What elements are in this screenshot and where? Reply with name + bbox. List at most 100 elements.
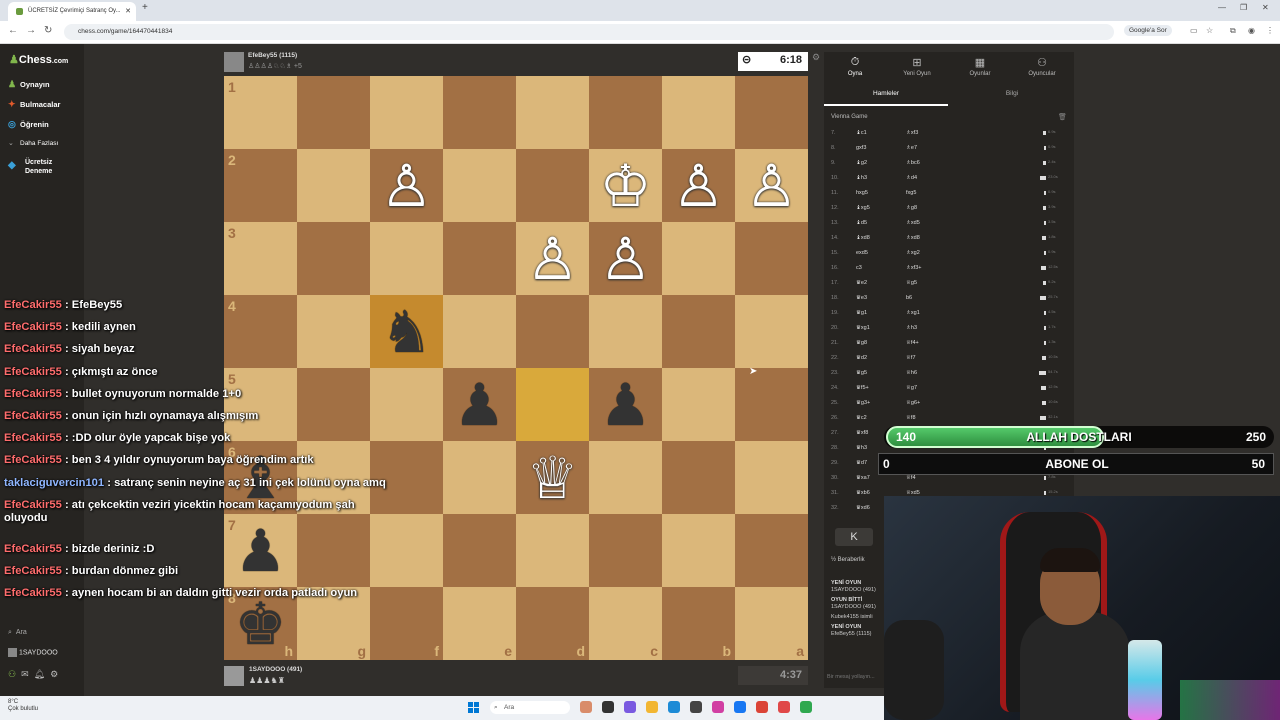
- board-square[interactable]: [443, 295, 516, 368]
- move-row[interactable]: 24. ♛f5+ ♕g7 12.9s: [824, 383, 1068, 398]
- sidebar-user[interactable]: 1SAYDOOO: [8, 648, 58, 657]
- board-square[interactable]: [735, 76, 808, 149]
- white-move[interactable]: ♝xd8: [856, 235, 870, 241]
- black-move[interactable]: ♗xg2: [906, 250, 920, 256]
- black-move[interactable]: ♗g8: [906, 205, 917, 211]
- black-move[interactable]: ♗xd8: [906, 235, 920, 241]
- black-move[interactable]: ♗e7: [906, 145, 917, 151]
- black-move[interactable]: ♕f7: [906, 355, 916, 361]
- black-piece[interactable]: ♟: [600, 376, 652, 434]
- white-move[interactable]: gxf3: [856, 145, 866, 151]
- file-explorer-icon[interactable]: [646, 701, 658, 713]
- bookmark-star-icon[interactable]: ☆: [1206, 26, 1213, 35]
- board-square[interactable]: [662, 441, 735, 514]
- free-trial-link[interactable]: ◆ Ücretsiz Deneme: [8, 158, 52, 176]
- move-row[interactable]: 23. ♛g5 ♕h6 54.7s: [824, 368, 1068, 383]
- board-square[interactable]: 3: [224, 222, 297, 295]
- sidebar-item-puzzles[interactable]: ✦ Bulmacalar: [8, 99, 60, 110]
- board-square[interactable]: [297, 222, 370, 295]
- message-input[interactable]: Bir mesaj yollayın...: [827, 674, 875, 680]
- board-square[interactable]: [443, 441, 516, 514]
- white-move[interactable]: ♛h3: [856, 445, 867, 451]
- app-icon[interactable]: [778, 701, 790, 713]
- white-piece[interactable]: ♙: [600, 230, 652, 288]
- board-square[interactable]: [297, 76, 370, 149]
- feed-text[interactable]: 1SAYDOOO (491): [831, 587, 876, 594]
- windows-start-icon[interactable]: [468, 702, 479, 713]
- board-square[interactable]: [443, 514, 516, 587]
- reload-icon[interactable]: ↻: [44, 25, 52, 36]
- move-row[interactable]: 15. exd5 ♗xg2 0.9s: [824, 248, 1068, 263]
- edge-icon[interactable]: [668, 701, 680, 713]
- white-move[interactable]: ♛d2: [856, 355, 867, 361]
- move-row[interactable]: 8. gxf3 ♗e7 0.9s: [824, 143, 1068, 158]
- board-square[interactable]: [662, 76, 735, 149]
- move-row[interactable]: 14. ♝xd8 ♗xd8 1.8s: [824, 233, 1068, 248]
- first-move-button[interactable]: K: [835, 528, 873, 546]
- forward-icon[interactable]: →: [26, 25, 36, 36]
- trash-icon[interactable]: 🗑︎: [1058, 113, 1067, 121]
- board-square[interactable]: e: [443, 587, 516, 660]
- google-sor-button[interactable]: Google'a Sor: [1124, 25, 1172, 36]
- move-row[interactable]: 21. ♛g8 ♕f4+ 1.3s: [824, 338, 1068, 353]
- white-move[interactable]: ♛e3: [856, 295, 867, 301]
- facebook-icon[interactable]: [734, 701, 746, 713]
- cast-icon[interactable]: ▭: [1190, 26, 1198, 35]
- draw-button[interactable]: ½ Beraberlik: [831, 557, 865, 563]
- black-move[interactable]: ♗bc6: [906, 160, 920, 166]
- white-move[interactable]: ♝c1: [856, 130, 867, 136]
- white-move[interactable]: ♝xg5: [856, 205, 870, 211]
- white-move[interactable]: ♝g2: [856, 160, 867, 166]
- board-square[interactable]: [443, 149, 516, 222]
- black-move[interactable]: ♗xf3: [906, 130, 918, 136]
- white-piece[interactable]: ♔: [600, 157, 652, 215]
- board-square[interactable]: [662, 368, 735, 441]
- move-row[interactable]: 11. hxg5 fxg5 0.9s: [824, 188, 1068, 203]
- tab-players[interactable]: ⚇ Oyuncular: [1011, 56, 1073, 77]
- chrome-icon[interactable]: [756, 701, 768, 713]
- profile-icon[interactable]: ◉: [1248, 26, 1255, 35]
- url-field[interactable]: chess.com/game/164470441834: [64, 24, 1114, 40]
- browser-tab[interactable]: ÜCRETSİZ Çevrimiçi Satranç Oy... ✕: [8, 2, 136, 21]
- board-square[interactable]: [662, 222, 735, 295]
- board-square[interactable]: [589, 514, 662, 587]
- white-piece[interactable]: ♕: [527, 449, 579, 507]
- widget-icon[interactable]: [580, 701, 592, 713]
- black-move[interactable]: ♕f8: [906, 415, 916, 421]
- black-move[interactable]: ♕h6: [906, 370, 917, 376]
- white-move[interactable]: ♛xa7: [856, 475, 870, 481]
- board-square[interactable]: [516, 295, 589, 368]
- white-move[interactable]: ♛d7: [856, 460, 867, 466]
- move-row[interactable]: 18. ♛e3 b6 25.7s: [824, 293, 1068, 308]
- black-move[interactable]: ♗d4: [906, 175, 917, 181]
- mail-icon[interactable]: ✉: [21, 669, 29, 679]
- move-row[interactable]: 17. ♛e2 ♕g5 9.2s: [824, 278, 1068, 293]
- black-move[interactable]: ♗xf3+: [906, 265, 921, 271]
- white-move[interactable]: ♛g1: [856, 310, 867, 316]
- move-row[interactable]: 7. ♝c1 ♗xf3 6.9s: [824, 128, 1068, 143]
- board-square[interactable]: [516, 368, 589, 441]
- white-piece[interactable]: ♙: [527, 230, 579, 288]
- black-move[interactable]: ♗xg1: [906, 310, 920, 316]
- minimize-icon[interactable]: —: [1218, 3, 1226, 12]
- board-square[interactable]: [662, 514, 735, 587]
- close-tab-icon[interactable]: ✕: [125, 2, 131, 21]
- board-square[interactable]: [735, 368, 808, 441]
- board-settings-icon[interactable]: ⚙: [812, 52, 820, 63]
- sidebar-item-play[interactable]: ♟ Oynayın: [8, 79, 50, 90]
- board-square[interactable]: ♙: [516, 222, 589, 295]
- white-move[interactable]: ♛xg1: [856, 325, 870, 331]
- settings-gear-icon[interactable]: ⚙: [50, 669, 58, 679]
- black-move[interactable]: ♕g7: [906, 385, 917, 391]
- white-move[interactable]: hxg5: [856, 190, 868, 196]
- task-view-icon[interactable]: [602, 701, 614, 713]
- move-row[interactable]: 19. ♛g1 ♗xg1 4.5s: [824, 308, 1068, 323]
- back-icon[interactable]: ←: [8, 25, 18, 36]
- board-square[interactable]: [516, 76, 589, 149]
- move-row[interactable]: 9. ♝g2 ♗bc6 2.4s: [824, 158, 1068, 173]
- white-move[interactable]: ♛g8: [856, 340, 867, 346]
- move-row[interactable]: 16. c3 ♗xf3+ 12.5s: [824, 263, 1068, 278]
- sidebar-item-learn[interactable]: ◎ Öğrenin: [8, 119, 49, 130]
- white-piece[interactable]: ♙: [673, 157, 725, 215]
- black-move[interactable]: fxg5: [906, 190, 916, 196]
